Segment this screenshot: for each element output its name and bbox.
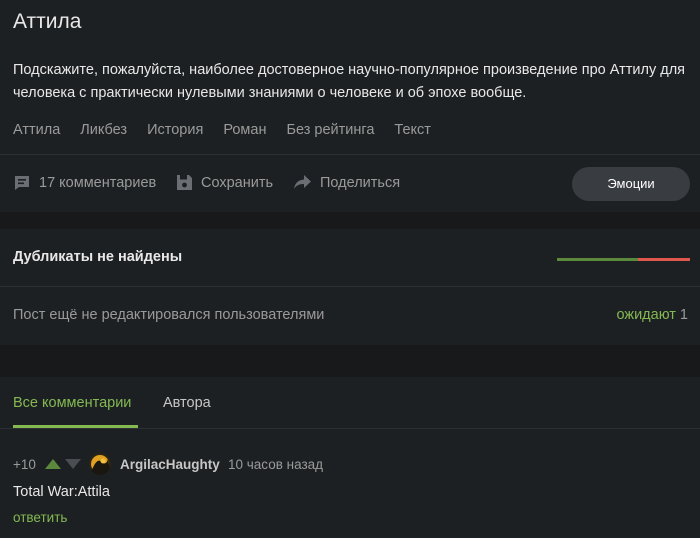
active-tab-indicator bbox=[13, 425, 138, 428]
comment-rating: +10 bbox=[13, 457, 36, 472]
edits-waiting: ожидают 1 bbox=[616, 307, 688, 323]
post: Аттила Подскажите, пожалуйста, наиболее … bbox=[0, 0, 700, 212]
comment-icon bbox=[15, 176, 29, 190]
post-actions: 17 комментариев Сохранить Поделиться Эмо… bbox=[0, 155, 700, 212]
comments-count-label: 17 комментариев bbox=[39, 175, 157, 191]
reply-link[interactable]: ответить bbox=[13, 510, 67, 525]
comment-author[interactable]: ArgilacHaughty bbox=[120, 457, 220, 472]
tag-attila[interactable]: Аттила bbox=[13, 122, 60, 138]
comment-text: Total War:Attila bbox=[13, 484, 110, 500]
emotions-button[interactable]: Эмоции bbox=[572, 167, 690, 201]
share-button[interactable]: Поделиться bbox=[293, 174, 400, 191]
avatar[interactable] bbox=[89, 453, 111, 475]
duplicates-bar-red bbox=[638, 258, 690, 261]
share-label: Поделиться bbox=[320, 174, 401, 191]
edits-waiting-link[interactable]: ожидают bbox=[616, 307, 675, 323]
comment-time[interactable]: 10 часов назад bbox=[228, 457, 323, 472]
duplicates-title: Дубликаты не найдены bbox=[13, 249, 183, 265]
comment: +10 ArgilacHaughty 10 часов назад Total … bbox=[0, 430, 700, 538]
comments-tabs: Все комментарии Автора bbox=[0, 377, 700, 429]
save-label: Сохранить bbox=[201, 174, 274, 191]
tag-list: Аттила Ликбез История Роман Без рейтинга… bbox=[13, 122, 451, 138]
avatar-image bbox=[89, 453, 111, 475]
tag-history[interactable]: История bbox=[147, 122, 203, 138]
edits-waiting-count: 1 bbox=[679, 307, 688, 323]
arrow-down-icon[interactable] bbox=[65, 459, 81, 469]
tab-all-comments[interactable]: Все комментарии bbox=[13, 395, 131, 411]
duplicates-bar-green bbox=[557, 258, 638, 261]
share-icon bbox=[294, 175, 311, 189]
post-text: Подскажите, пожалуйста, наиболее достове… bbox=[13, 62, 686, 101]
tag-text[interactable]: Текст bbox=[394, 122, 431, 138]
edits-section: Пост ещё не редактировался пользователям… bbox=[0, 288, 700, 345]
arrow-up-icon[interactable] bbox=[45, 459, 61, 469]
save-icon bbox=[177, 175, 192, 190]
tag-no-rating[interactable]: Без рейтинга bbox=[286, 122, 374, 138]
duplicates-section[interactable]: Дубликаты не найдены bbox=[0, 229, 700, 287]
section-gap bbox=[0, 212, 700, 229]
tag-likbez[interactable]: Ликбез bbox=[80, 122, 127, 138]
section-gap bbox=[0, 345, 700, 377]
comments-button[interactable]: 17 комментариев bbox=[13, 174, 156, 192]
tag-novel[interactable]: Роман bbox=[223, 122, 266, 138]
save-button[interactable]: Сохранить bbox=[176, 174, 273, 191]
edits-status-text: Пост ещё не редактировался пользователям… bbox=[13, 307, 325, 323]
post-title[interactable]: Аттила bbox=[13, 10, 81, 34]
tab-author-comments[interactable]: Автора bbox=[163, 395, 211, 411]
